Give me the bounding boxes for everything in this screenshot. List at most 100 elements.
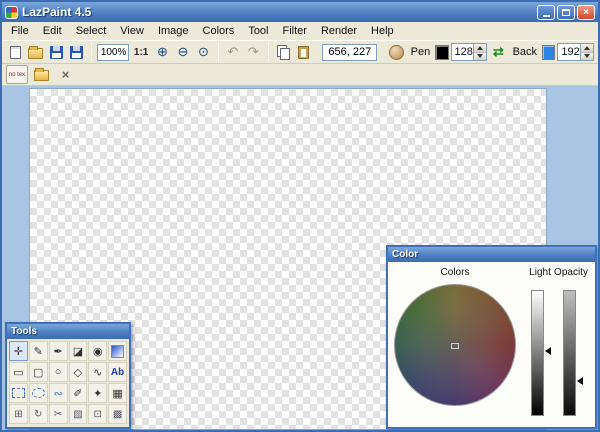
zoom-out-button[interactable]: ⊖ <box>174 42 192 62</box>
back-opacity-up-button[interactable] <box>581 44 593 53</box>
opacity-label: Opacity <box>548 267 594 278</box>
pen-opacity-value[interactable]: 128 <box>452 44 474 60</box>
color-window: Color Colors Light Opacity <box>386 245 597 429</box>
tool-pencil[interactable]: ✎ <box>29 341 48 361</box>
save-as-button[interactable] <box>67 42 85 62</box>
tool-grid[interactable]: ▩ <box>108 404 127 424</box>
main-toolbar: 100% 1:1 ⊕ ⊖ ⊙ ↶ ↷ 656, 227 Pen 128 ⇄ Ba… <box>2 40 598 64</box>
color-wheel-cursor[interactable] <box>451 343 459 349</box>
opacity-slider[interactable] <box>563 290 576 416</box>
load-texture-button[interactable] <box>31 65 52 85</box>
down-arrow-icon <box>584 54 590 58</box>
save-button[interactable] <box>47 42 65 62</box>
tool-polygon[interactable]: ◇ <box>69 362 88 382</box>
tool-rectangle[interactable]: ▭ <box>9 362 28 382</box>
light-slider[interactable] <box>531 290 544 416</box>
menu-tool[interactable]: Tool <box>241 23 275 39</box>
color-titlebar[interactable]: Color <box>388 247 595 262</box>
new-image-button[interactable] <box>6 42 24 62</box>
toolbar-separator <box>91 43 92 61</box>
texture-toolbar: no tex × <box>2 64 598 86</box>
menu-filter[interactable]: Filter <box>276 23 314 39</box>
open-file-button[interactable] <box>26 42 44 62</box>
tools-titlebar[interactable]: Tools <box>7 324 129 339</box>
tool-lasso[interactable]: ∾ <box>49 383 68 403</box>
menu-select[interactable]: Select <box>69 23 114 39</box>
tool-gradient[interactable] <box>108 341 127 361</box>
back-opacity-spinner[interactable]: 192 <box>557 43 594 61</box>
tool-rotate-selection[interactable]: ↻ <box>29 404 48 424</box>
menu-colors[interactable]: Colors <box>196 23 242 39</box>
tool-edit-selection[interactable]: ✂ <box>49 404 68 424</box>
up-arrow-icon <box>584 46 590 50</box>
close-button[interactable]: × <box>577 5 595 20</box>
tool-hotspot[interactable]: ⊡ <box>88 404 107 424</box>
pen-opacity-up-button[interactable] <box>474 44 486 53</box>
tools-title: Tools <box>11 326 37 337</box>
color-content: Colors Light Opacity <box>388 262 595 427</box>
pen-color-swatch[interactable] <box>435 45 448 60</box>
tool-pen[interactable]: ✒ <box>49 341 68 361</box>
zoom-in-button[interactable]: ⊕ <box>153 42 171 62</box>
colors-label: Colors <box>388 267 522 278</box>
no-texture-button[interactable]: no tex <box>6 65 28 84</box>
pen-label: Pen <box>408 46 434 58</box>
menu-image[interactable]: Image <box>151 23 196 39</box>
zoom-fit-button[interactable]: ⊙ <box>194 42 212 62</box>
up-arrow-icon <box>477 46 483 50</box>
cursor-coordinates: 656, 227 <box>322 44 377 61</box>
tool-select-ellipse[interactable] <box>29 383 48 403</box>
back-color-swatch[interactable] <box>542 45 555 60</box>
lazpaint-window: LazPaint 4.5 × File Edit Select View Ima… <box>0 0 600 432</box>
down-arrow-icon <box>477 54 483 58</box>
menu-help[interactable]: Help <box>364 23 401 39</box>
tool-rounded-rectangle[interactable]: ▢ <box>29 362 48 382</box>
tool-hand[interactable]: ✛ <box>9 341 28 361</box>
tool-select-rect[interactable] <box>9 383 28 403</box>
back-opacity-value[interactable]: 192 <box>558 44 580 60</box>
tool-ellipse[interactable]: ○ <box>49 362 68 382</box>
open-folder-icon <box>28 48 43 59</box>
light-marker-icon[interactable] <box>545 347 551 355</box>
redo-button[interactable]: ↷ <box>244 42 262 62</box>
zoom-level-box[interactable]: 100% <box>97 44 129 61</box>
tool-floodfill[interactable]: ◉ <box>88 341 107 361</box>
minimize-button[interactable] <box>537 5 555 20</box>
menu-render[interactable]: Render <box>314 23 364 39</box>
titlebar[interactable]: LazPaint 4.5 × <box>2 2 598 22</box>
menu-file[interactable]: File <box>4 23 36 39</box>
toolbar-separator <box>268 43 269 61</box>
gradient-icon <box>111 345 124 358</box>
copy-button[interactable] <box>274 42 292 62</box>
remove-texture-button[interactable]: × <box>55 65 76 85</box>
back-label: Back <box>510 46 540 58</box>
copy-icon <box>276 45 290 59</box>
pen-opacity-spinner[interactable]: 128 <box>451 43 488 61</box>
paste-button[interactable] <box>294 42 312 62</box>
tool-mask[interactable]: ▨ <box>69 404 88 424</box>
tool-deselect[interactable]: ▦ <box>108 383 127 403</box>
menu-edit[interactable]: Edit <box>36 23 69 39</box>
tool-select-pen[interactable]: ✐ <box>69 383 88 403</box>
opacity-marker-icon[interactable] <box>577 377 583 385</box>
maximize-button[interactable] <box>557 5 575 20</box>
tool-text[interactable]: Ab <box>108 362 127 382</box>
tool-move-selection[interactable]: ⊞ <box>9 404 28 424</box>
new-image-icon <box>10 46 21 59</box>
open-folder-icon <box>34 70 49 81</box>
select-rect-icon <box>12 388 25 398</box>
menu-view[interactable]: View <box>113 23 151 39</box>
window-title: LazPaint 4.5 <box>22 5 91 19</box>
window-controls: × <box>537 5 595 20</box>
undo-button[interactable]: ↶ <box>224 42 242 62</box>
pen-texture-button[interactable] <box>387 42 405 62</box>
zoom-original-button[interactable]: 1:1 <box>131 47 151 58</box>
tool-curve[interactable]: ∿ <box>88 362 107 382</box>
pen-texture-icon <box>389 45 404 60</box>
back-opacity-down-button[interactable] <box>581 53 593 61</box>
pen-opacity-down-button[interactable] <box>474 53 486 61</box>
color-wheel[interactable] <box>394 284 516 406</box>
tool-magic-wand[interactable]: ✦ <box>88 383 107 403</box>
swap-colors-button[interactable]: ⇄ <box>489 42 507 62</box>
tool-eraser[interactable]: ◪ <box>69 341 88 361</box>
